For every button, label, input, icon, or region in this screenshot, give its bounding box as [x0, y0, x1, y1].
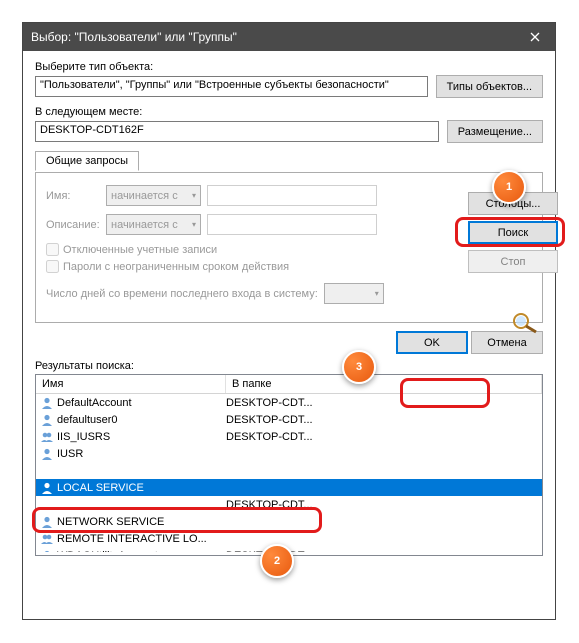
ok-button[interactable]: OK: [396, 331, 468, 354]
result-name: LOCAL SERVICE: [38, 481, 224, 495]
result-name: IUSR: [38, 447, 224, 461]
table-row[interactable]: IUSR: [36, 445, 542, 462]
description-input[interactable]: [207, 214, 377, 235]
table-row[interactable]: IIS_IUSRSDESKTOP-CDT...: [36, 428, 542, 445]
result-folder: DESKTOP-CDT...: [224, 499, 540, 511]
table-row[interactable]: [36, 462, 542, 479]
user-icon: [40, 396, 54, 410]
user-icon: [40, 481, 54, 495]
group-icon: [40, 430, 54, 444]
column-folder[interactable]: В папке: [226, 375, 542, 393]
tab-common-queries[interactable]: Общие запросы: [35, 151, 139, 171]
result-folder: DESKTOP-CDT...: [224, 414, 540, 426]
object-type-field[interactable]: "Пользователи", "Группы" или "Встроенные…: [35, 76, 428, 97]
search-icon: [510, 312, 540, 334]
result-name: DefaultAccount: [38, 396, 224, 410]
blank-icon: [40, 498, 54, 512]
callout-2: 2: [260, 544, 294, 578]
results-header: Имя В папке: [36, 375, 542, 394]
table-row[interactable]: defaultuser0DESKTOP-CDT...: [36, 411, 542, 428]
disabled-accounts-checkbox[interactable]: Отключенные учетные записи: [46, 243, 532, 256]
select-objects-dialog: Выбор: "Пользователи" или "Группы" Выбер…: [22, 22, 556, 620]
cancel-button[interactable]: Отмена: [471, 331, 543, 354]
description-label: Описание:: [46, 219, 106, 231]
object-type-label: Выберите тип объекта:: [35, 61, 543, 73]
window-title: Выбор: "Пользователи" или "Группы": [31, 30, 515, 44]
result-name: defaultuser0: [38, 413, 224, 427]
callout-1: 1: [492, 170, 526, 204]
days-since-combo[interactable]: ▾: [324, 283, 384, 304]
find-now-button[interactable]: Поиск: [468, 221, 558, 244]
tab-strip: Общие запросы: [35, 151, 543, 173]
titlebar: Выбор: "Пользователи" или "Группы": [23, 23, 555, 51]
result-name: IIS_IUSRS: [38, 430, 224, 444]
group-icon: [40, 532, 54, 546]
column-name[interactable]: Имя: [36, 375, 226, 393]
result-name: REMOTE INTERACTIVE LO...: [38, 532, 224, 546]
locations-button[interactable]: Размещение...: [447, 120, 543, 143]
table-row[interactable]: DefaultAccountDESKTOP-CDT...: [36, 394, 542, 411]
user-icon: [40, 515, 54, 529]
password-no-expire-checkbox[interactable]: Пароли с неограниченным сроком действия: [46, 260, 532, 273]
result-name: NETWORK SERVICE: [38, 515, 224, 529]
blank-icon: [40, 464, 54, 478]
results-list: Имя В папке DefaultAccountDESKTOP-CDT...…: [35, 374, 543, 556]
chevron-down-icon: ▾: [192, 220, 196, 229]
location-field[interactable]: DESKTOP-CDT162F: [35, 121, 439, 142]
results-body[interactable]: DefaultAccountDESKTOP-CDT...defaultuser0…: [36, 394, 542, 552]
table-row[interactable]: NETWORK SERVICE: [36, 513, 542, 530]
days-since-label: Число дней со времени последнего входа в…: [46, 288, 318, 300]
result-name: [38, 464, 224, 478]
table-row[interactable]: LOCAL SERVICE: [36, 479, 542, 496]
result-name: [38, 498, 224, 512]
user-icon: [40, 413, 54, 427]
tab-panel: Имя: начинается с▾ Описание: начинается …: [35, 173, 543, 323]
stop-button: Стоп: [468, 250, 558, 273]
close-icon[interactable]: [515, 23, 555, 51]
results-label: Результаты поиска:: [35, 360, 543, 372]
name-input[interactable]: [207, 185, 377, 206]
name-label: Имя:: [46, 190, 106, 202]
object-types-button[interactable]: Типы объектов...: [436, 75, 543, 98]
desc-match-combo[interactable]: начинается с▾: [106, 214, 201, 235]
table-row[interactable]: DESKTOP-CDT...: [36, 496, 542, 513]
user-icon: [40, 549, 54, 553]
callout-3: 3: [342, 350, 376, 384]
result-folder: DESKTOP-CDT...: [224, 397, 540, 409]
location-label: В следующем месте:: [35, 106, 543, 118]
name-match-combo[interactable]: начинается с▾: [106, 185, 201, 206]
chevron-down-icon: ▾: [192, 191, 196, 200]
table-row[interactable]: REMOTE INTERACTIVE LO...: [36, 530, 542, 547]
chevron-down-icon: ▾: [375, 289, 379, 298]
result-folder: DESKTOP-CDT...: [224, 431, 540, 443]
user-icon: [40, 447, 54, 461]
result-name: WDAGUtilityAccount: [38, 549, 224, 553]
